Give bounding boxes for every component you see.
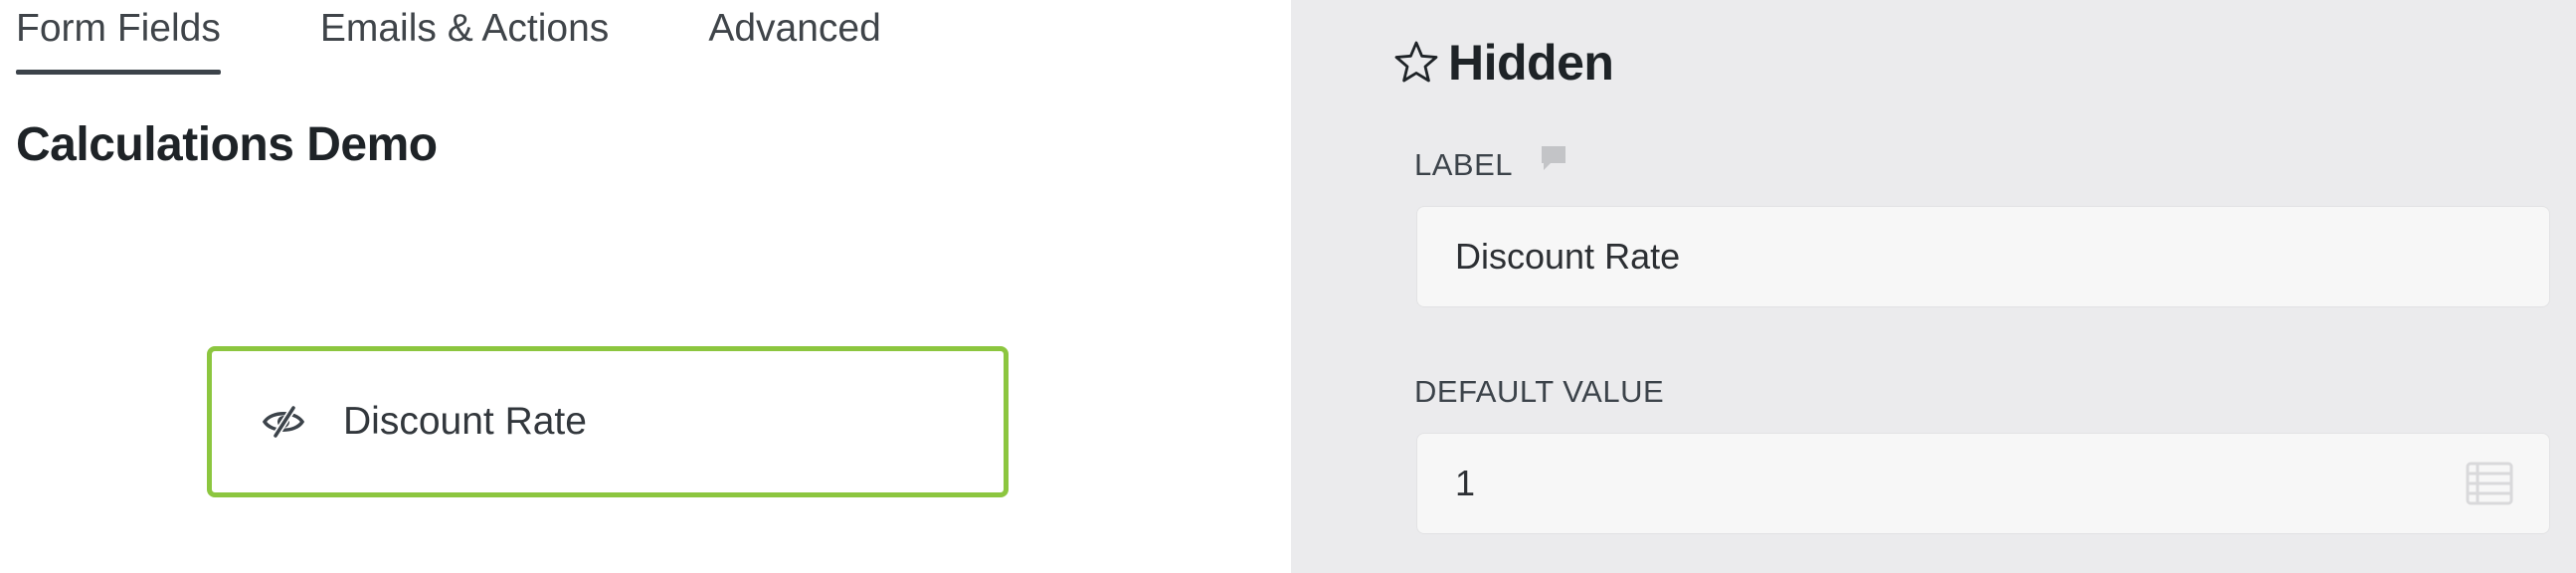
star-outline-icon[interactable] xyxy=(1392,39,1440,87)
settings-panel-title: Hidden xyxy=(1448,35,1614,91)
builder-pane: Form Fields Emails & Actions Advanced Ca… xyxy=(0,0,1291,573)
hidden-eye-icon xyxy=(262,406,305,438)
label-setting-text: LABEL xyxy=(1414,147,1514,182)
speech-bubble-icon[interactable] xyxy=(1539,143,1568,173)
tab-form-fields[interactable]: Form Fields xyxy=(16,0,221,76)
default-value-input-value: 1 xyxy=(1455,463,1476,503)
builder-tabs: Form Fields Emails & Actions Advanced xyxy=(16,0,981,76)
default-value-setting-text: DEFAULT VALUE xyxy=(1414,374,1665,409)
field-card-discount-rate[interactable]: Discount Rate xyxy=(207,346,1009,497)
tab-emails-actions[interactable]: Emails & Actions xyxy=(320,0,609,76)
label-setting-heading: LABEL xyxy=(1414,146,1568,183)
tab-advanced[interactable]: Advanced xyxy=(708,0,880,76)
label-input-value: Discount Rate xyxy=(1455,236,1681,277)
label-input[interactable]: Discount Rate xyxy=(1416,206,2550,307)
default-value-input[interactable]: 1 xyxy=(1416,433,2550,534)
form-title: Calculations Demo xyxy=(16,118,438,171)
merge-tags-icon[interactable] xyxy=(2466,460,2513,507)
field-settings-panel: Hidden LABEL Discount Rate DEFAULT VALUE… xyxy=(1291,0,2576,573)
field-label: Discount Rate xyxy=(343,400,587,443)
default-value-setting-heading: DEFAULT VALUE xyxy=(1414,374,1664,410)
settings-panel-header: Hidden xyxy=(1392,34,1614,92)
